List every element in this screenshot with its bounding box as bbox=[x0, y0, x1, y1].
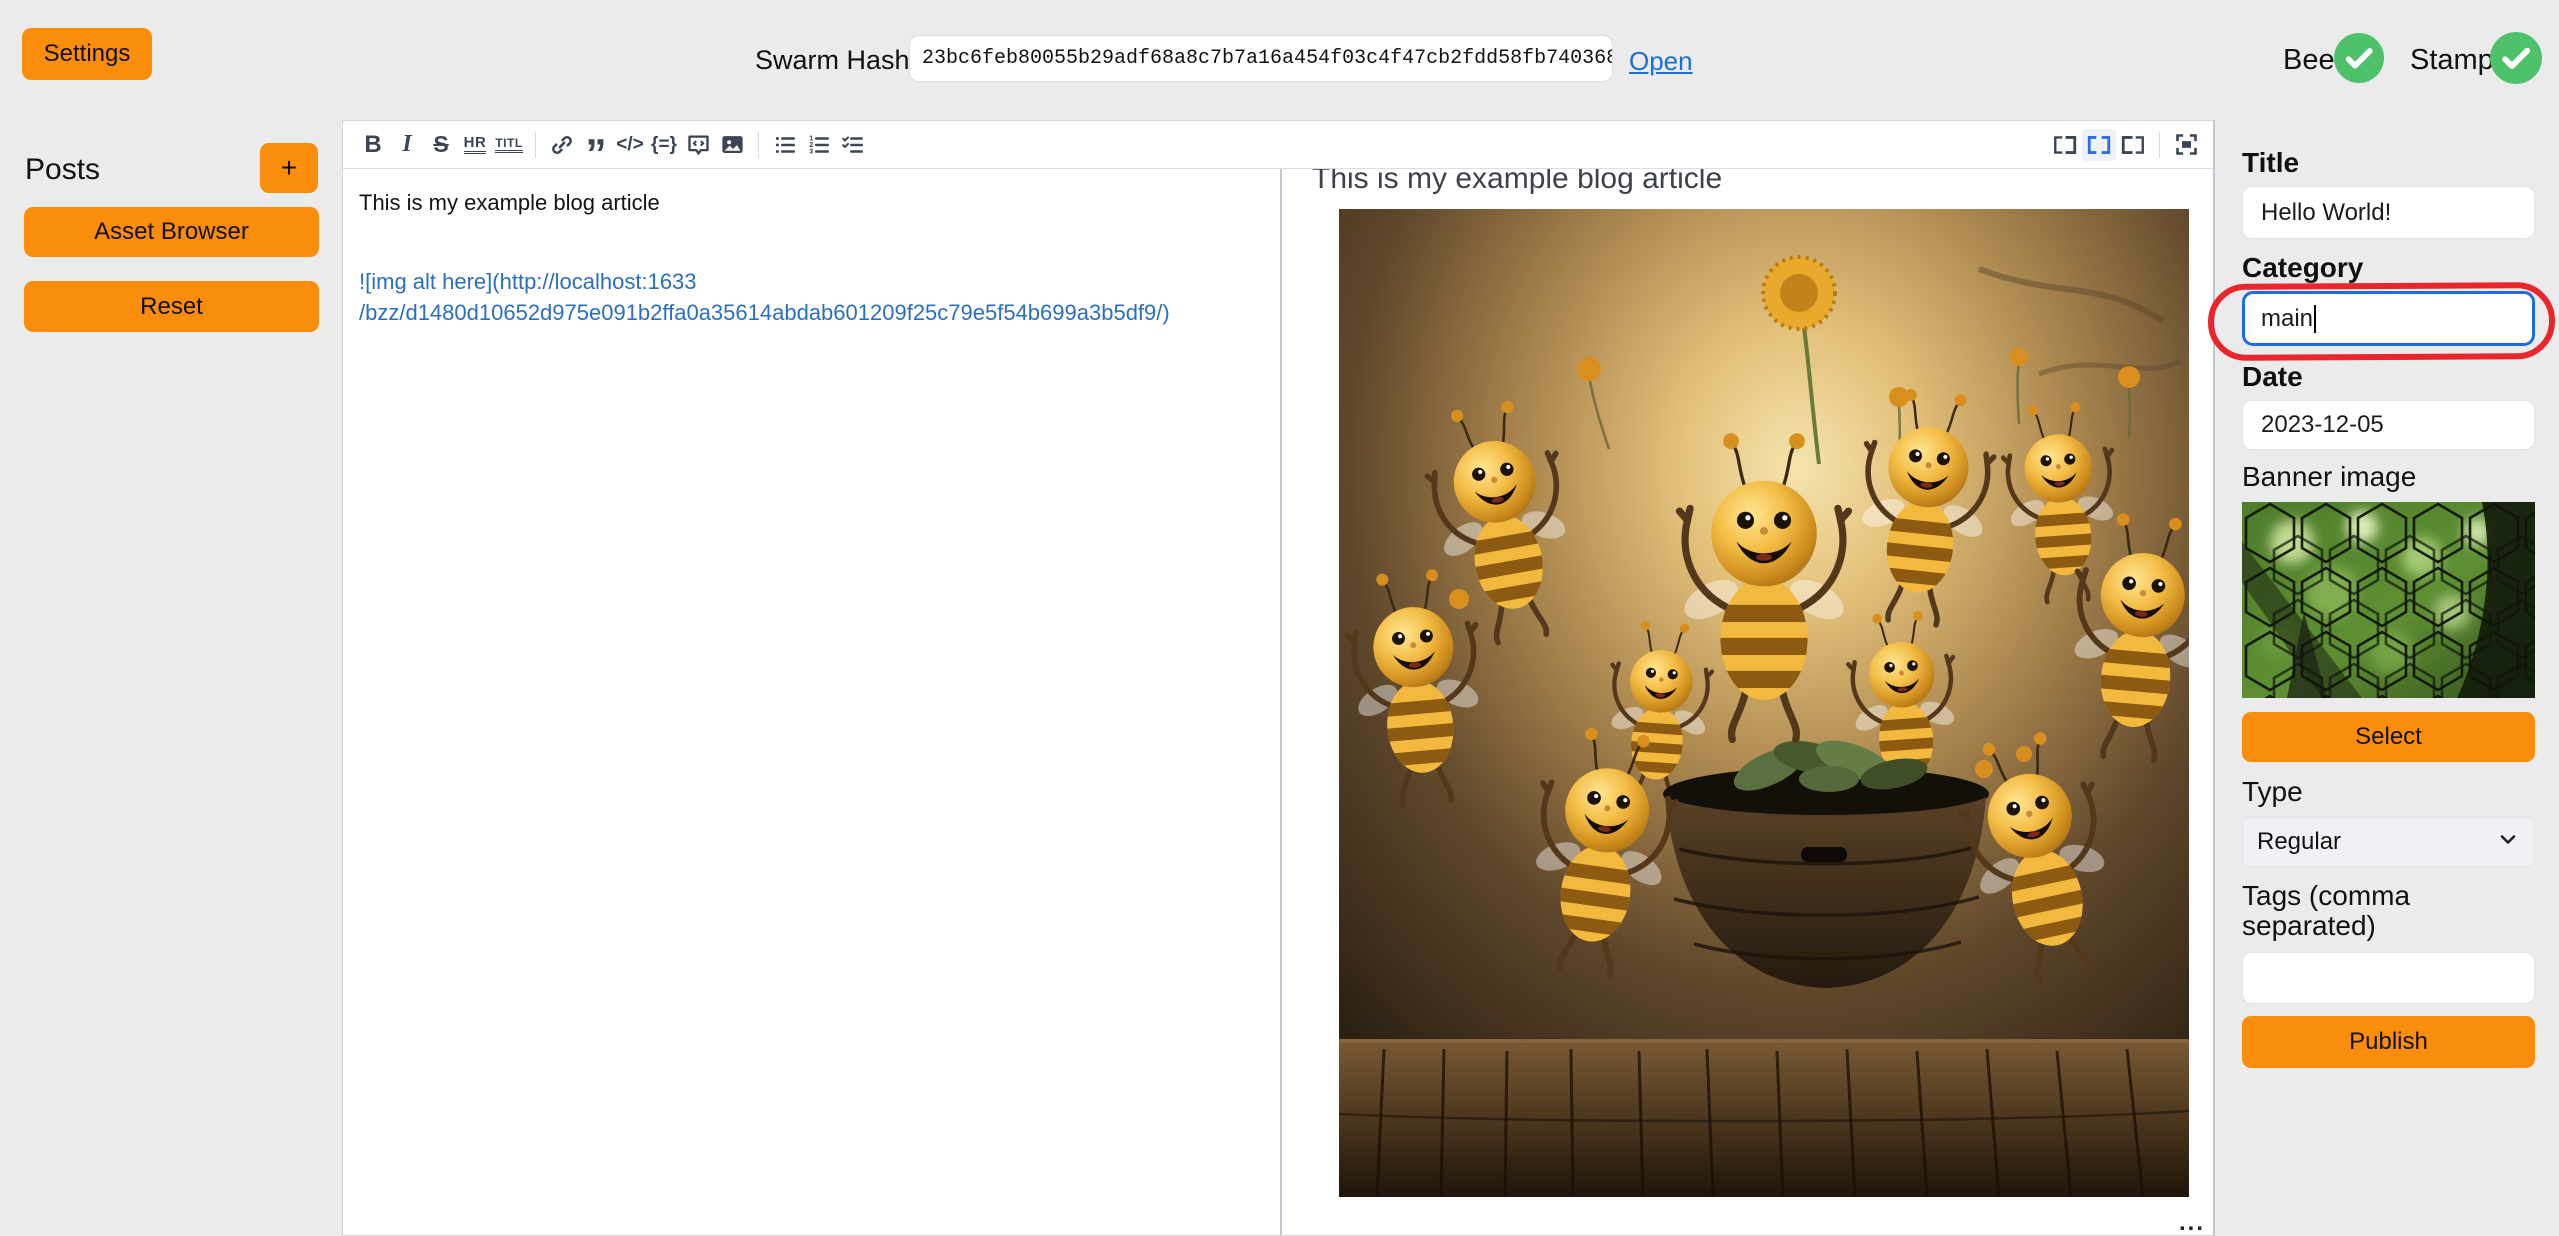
title-label: Title bbox=[2242, 148, 2535, 178]
tags-label: Tags (comma separated) bbox=[2242, 881, 2535, 941]
preview-overflow-indicator: ... bbox=[2179, 1209, 2205, 1235]
code-block-icon[interactable]: {=} bbox=[647, 129, 681, 161]
chevron-down-icon bbox=[2496, 827, 2520, 858]
ordered-list-icon[interactable]: 123 bbox=[802, 129, 836, 161]
category-input[interactable]: main bbox=[2242, 291, 2535, 346]
tags-input[interactable] bbox=[2242, 952, 2535, 1004]
inline-code-icon[interactable]: </> bbox=[613, 129, 647, 161]
markdown-source-pane[interactable]: This is my example blog article ![img al… bbox=[343, 169, 1282, 1235]
comment-icon[interactable] bbox=[681, 129, 715, 161]
category-label: Category bbox=[2242, 253, 2535, 283]
markdown-link-line1: ![img alt here](http://localhost:1633 bbox=[359, 266, 1260, 297]
category-field-wrapper: main bbox=[2242, 291, 2535, 346]
type-select[interactable]: Regular bbox=[2242, 817, 2535, 867]
type-label: Type bbox=[2242, 777, 2535, 807]
strikethrough-icon[interactable]: S bbox=[424, 129, 458, 161]
layout-preview-only-icon[interactable] bbox=[2116, 129, 2150, 161]
image-icon[interactable] bbox=[715, 129, 749, 161]
bee-check-icon bbox=[2334, 33, 2384, 83]
title-glyph: TITL bbox=[495, 137, 522, 153]
markdown-line: This is my example blog article bbox=[359, 187, 1260, 218]
title-input[interactable]: Hello World! bbox=[2242, 186, 2535, 239]
fullscreen-icon[interactable] bbox=[2169, 129, 2203, 161]
bees-illustration bbox=[1339, 209, 2189, 1197]
banner-image-label: Banner image bbox=[2242, 462, 2535, 492]
publish-button[interactable]: Publish bbox=[2242, 1016, 2535, 1068]
swarm-hash-label: Swarm Hash bbox=[755, 45, 910, 76]
reset-button[interactable]: Reset bbox=[24, 281, 319, 332]
stamp-status-label: Stamp bbox=[2410, 44, 2494, 77]
layout-editor-only-icon[interactable] bbox=[2048, 129, 2082, 161]
layout-side-by-side-icon[interactable] bbox=[2082, 129, 2116, 161]
toolbar-separator bbox=[758, 132, 759, 158]
markdown-image-link: ![img alt here](http://localhost:1633 /b… bbox=[359, 266, 1260, 328]
select-banner-button[interactable]: Select bbox=[2242, 712, 2535, 762]
italic-icon[interactable]: I bbox=[390, 129, 424, 161]
preview-article-title: This is my example blog article bbox=[1312, 169, 2213, 196]
markdown-editor: B I S HR TITL ” </> {=} 123 bbox=[342, 120, 2215, 1236]
add-post-button[interactable]: + bbox=[260, 143, 318, 193]
bold-icon[interactable]: B bbox=[356, 129, 390, 161]
title-icon[interactable]: TITL bbox=[492, 129, 526, 161]
settings-button[interactable]: Settings bbox=[22, 28, 152, 80]
toolbar-separator bbox=[2159, 132, 2160, 158]
text-cursor bbox=[2314, 305, 2316, 333]
svg-text:3: 3 bbox=[809, 148, 813, 155]
hr-glyph: HR bbox=[464, 135, 487, 154]
category-value: main bbox=[2261, 305, 2313, 333]
preview-pane[interactable]: This is my example blog article bbox=[1282, 169, 2213, 1235]
unordered-list-icon[interactable] bbox=[768, 129, 802, 161]
post-settings-panel: Title Hello World! Category main Date 20… bbox=[2215, 120, 2559, 1236]
preview-article-image bbox=[1339, 209, 2189, 1197]
asset-browser-button[interactable]: Asset Browser bbox=[24, 207, 319, 257]
toolbar-right-group bbox=[2048, 129, 2203, 161]
editor-toolbar: B I S HR TITL ” </> {=} 123 bbox=[343, 121, 2213, 169]
banner-image-thumbnail[interactable] bbox=[2242, 502, 2535, 698]
date-label: Date bbox=[2242, 362, 2535, 392]
banner-photo bbox=[2242, 502, 2535, 698]
date-input[interactable]: 2023-12-05 bbox=[2242, 400, 2535, 450]
toolbar-separator bbox=[535, 132, 536, 158]
swarm-hash-input[interactable]: 23bc6feb80055b29adf68a8c7b7a16a454f03c4f… bbox=[909, 35, 1613, 82]
link-icon[interactable] bbox=[545, 129, 579, 161]
quote-icon[interactable]: ” bbox=[579, 129, 613, 161]
stamp-check-icon bbox=[2490, 32, 2540, 82]
bee-status-label: Bee bbox=[2283, 44, 2335, 77]
markdown-link-line2: /bzz/d1480d10652d975e091b2ffa0a35614abda… bbox=[359, 297, 1260, 328]
open-link[interactable]: Open bbox=[1629, 46, 1693, 77]
horizontal-rule-icon[interactable]: HR bbox=[458, 129, 492, 161]
editor-panes: This is my example blog article ![img al… bbox=[343, 169, 2213, 1235]
type-selected-value: Regular bbox=[2257, 828, 2341, 856]
checklist-icon[interactable] bbox=[836, 129, 870, 161]
posts-heading: Posts bbox=[25, 153, 100, 187]
